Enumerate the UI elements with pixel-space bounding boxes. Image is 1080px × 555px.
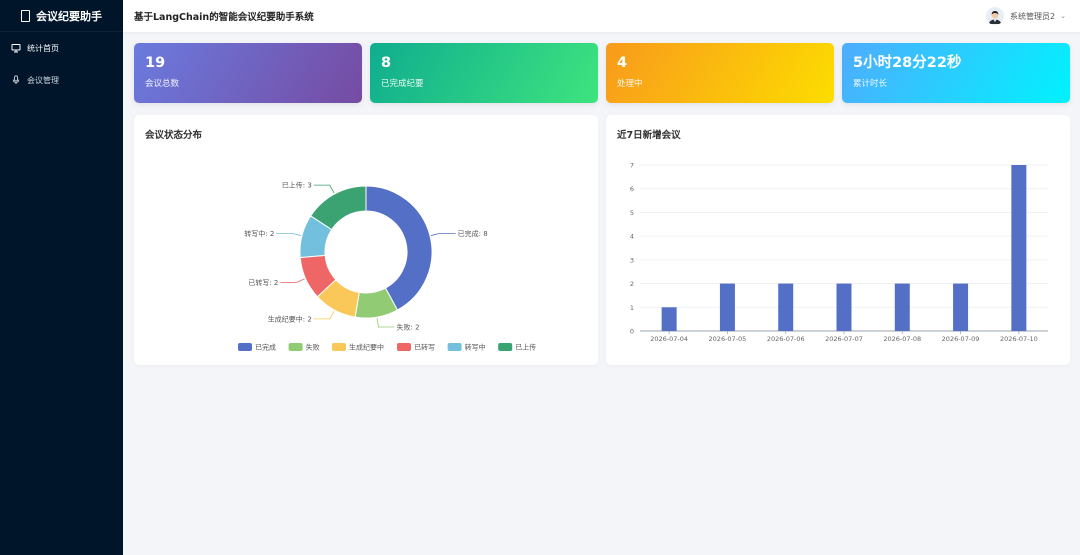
pie-label-line: [313, 184, 335, 194]
sidebar-item-dashboard[interactable]: 统计首页: [0, 32, 123, 64]
x-tick-label: 2026-07-04: [650, 335, 688, 343]
microphone-icon: [11, 75, 21, 85]
x-tick-label: 2026-07-08: [883, 335, 921, 343]
x-tick-label: 2026-07-09: [942, 335, 980, 343]
pie-slice-label: 生成纪要中: 2: [268, 314, 312, 323]
sidebar-item-meetings[interactable]: 会议管理: [0, 64, 123, 96]
bar: [953, 283, 969, 331]
legend-label: 已上传: [515, 343, 536, 352]
bar: [836, 283, 852, 331]
y-tick-label: 3: [630, 256, 634, 264]
x-tick-label: 2026-07-06: [767, 335, 805, 343]
legend-label: 失败: [306, 343, 320, 352]
x-tick-label: 2026-07-07: [825, 335, 863, 343]
status-pie-chart: 已完成: 8 失败: 2 生成纪要中: 2 已转写: 2 转写中: 2 已上传: 3 已完成…: [238, 181, 536, 352]
legend-swatch: [288, 343, 303, 351]
daily-bar-chart: 0 1 2 3 4 5 6 7 2026-07-04 2026-07-05 2026-07-06 20…: [630, 162, 1048, 343]
avatar: [986, 7, 1005, 25]
stat-value: 5小时28分22秒: [853, 55, 962, 71]
sidebar-item-label: 统计首页: [27, 43, 59, 53]
monitor-icon: [11, 43, 21, 53]
sidebar-item-label: 会议管理: [27, 75, 59, 85]
y-tick-label: 6: [630, 185, 634, 193]
legend-swatch: [238, 343, 252, 351]
stat-label: 已完成纪要: [381, 79, 424, 89]
pie-slice-label: 失败: 2: [397, 322, 420, 331]
pie-slice-label: 转写中: 2: [244, 229, 274, 238]
y-tick-label: 5: [630, 209, 634, 217]
stat-label: 会议总数: [145, 79, 180, 89]
sidebar: 会议纪要助手 统计首页 会议管理: [0, 0, 123, 555]
pie-label-line: [276, 232, 302, 236]
bar: [1011, 165, 1027, 331]
legend-label: 生成纪要中: [349, 343, 384, 352]
bar: [778, 283, 794, 331]
y-tick-label: 1: [630, 304, 634, 312]
username: 系统管理员2: [1010, 11, 1056, 21]
stat-card-processing: 4 处理中: [606, 43, 834, 103]
pie-slice-label: 已上传: 3: [282, 181, 312, 190]
pie-label-line: [280, 278, 305, 283]
stat-card-total-duration: 5小时28分22秒 累计时长: [842, 43, 1070, 103]
y-tick-label: 4: [630, 233, 634, 241]
legend-swatch: [498, 343, 513, 351]
legend-label: 转写中: [465, 343, 486, 352]
page-title: 基于LangChain的智能会议纪要助手系统: [134, 12, 314, 23]
y-tick-label: 0: [630, 328, 634, 336]
bar: [719, 283, 735, 331]
stat-label: 累计时长: [853, 79, 888, 89]
top-header: 基于LangChain的智能会议纪要助手系统 系统管理员2 ⌄: [123, 0, 1080, 32]
app-name: 会议纪要助手: [36, 9, 102, 23]
pie-label-line: [376, 318, 395, 328]
stat-card-completed: 8 已完成纪要: [370, 43, 598, 103]
status-distribution-panel: 会议状态分布 已完成: 8 失败: 2 生成纪要中: 2 已转写: 2 转写中: 2 已上…: [134, 115, 598, 365]
pie-slice-label: 已完成: 8: [458, 229, 488, 238]
stat-value: 19: [145, 55, 166, 71]
bar: [894, 283, 910, 331]
stat-label: 处理中: [617, 79, 643, 89]
app-brand[interactable]: 会议纪要助手: [0, 0, 123, 32]
legend-swatch: [332, 343, 346, 351]
legend-label: 已完成: [255, 343, 276, 352]
stat-value: 8: [381, 55, 392, 71]
legend-label: 已转写: [414, 343, 435, 352]
pie-slice-label: 已转写: 2: [248, 278, 278, 287]
user-menu[interactable]: 系统管理员2 ⌄: [986, 7, 1066, 25]
daily-meetings-panel: 近7日新增会议 0 1 2 3 4 5 6 7 2026-07-04 2026-07-05 2026…: [606, 115, 1070, 365]
legend-swatch: [447, 343, 462, 351]
tablet-icon: [21, 9, 30, 22]
pie-label-line: [430, 232, 456, 236]
legend-swatch: [397, 343, 411, 351]
y-tick-label: 7: [630, 162, 634, 170]
bar: [661, 307, 677, 331]
stat-value: 4: [617, 55, 628, 71]
y-tick-label: 2: [630, 280, 634, 288]
x-tick-label: 2026-07-05: [709, 335, 747, 343]
chevron-down-icon: ⌄: [1060, 12, 1066, 20]
x-tick-label: 2026-07-10: [1000, 335, 1038, 343]
pie-label-line: [313, 310, 335, 320]
stat-card-total-meetings: 19 会议总数: [134, 43, 362, 103]
